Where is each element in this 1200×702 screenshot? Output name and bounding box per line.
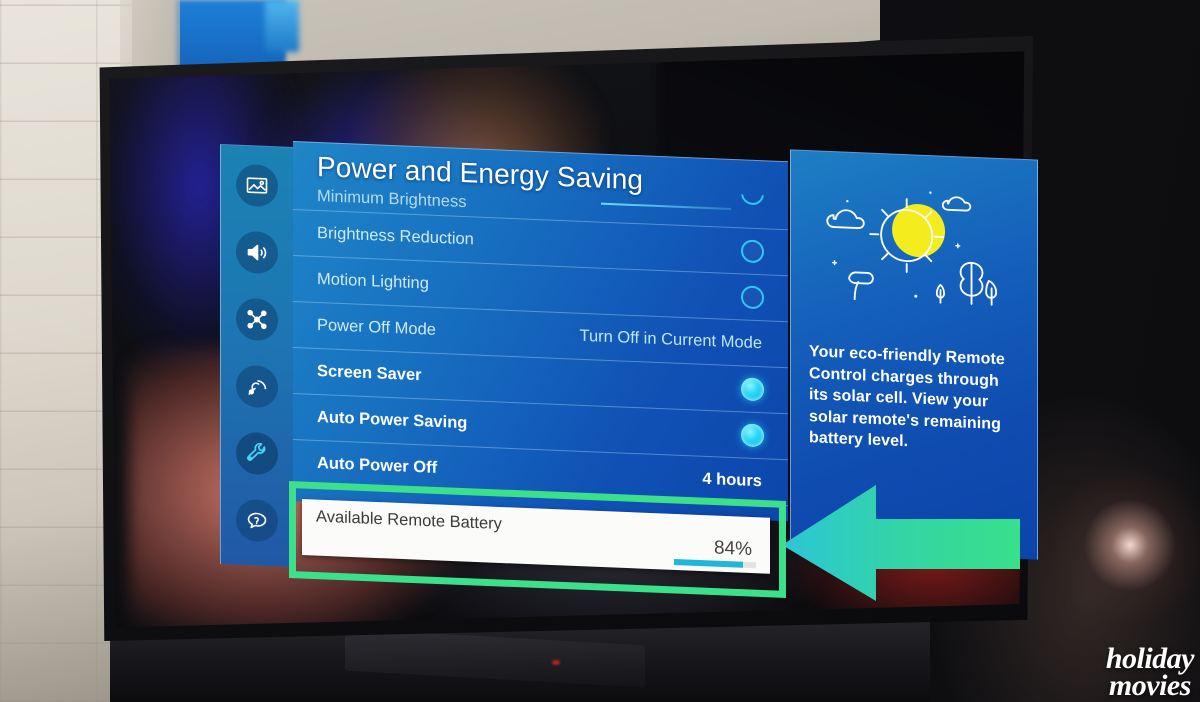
settings-sidebar	[220, 144, 293, 567]
row-label: Motion Lighting	[317, 269, 429, 293]
wrench-icon	[245, 441, 269, 466]
blue-light-glow-secondary	[265, 0, 299, 52]
row-label: Brightness Reduction	[317, 223, 474, 249]
watermark: holiday movies	[1106, 644, 1195, 702]
row-value: Turn Off in Current Mode	[579, 326, 763, 353]
callout-arrow	[780, 483, 1020, 603]
sidebar-item-picture[interactable]	[236, 163, 278, 208]
help-icon	[245, 508, 269, 533]
left-pointing-arrow-icon	[782, 485, 1020, 601]
sidebar-item-sound[interactable]	[236, 230, 278, 275]
battery-label: Available Remote Battery	[316, 507, 502, 534]
settings-list-panel: Power and Energy Saving Minimum Brightne…	[293, 140, 788, 522]
connection-icon	[245, 307, 269, 332]
battery-percent-value: 84%	[713, 537, 752, 561]
sun-clouds-trees-illustration	[809, 161, 1019, 350]
sidebar-item-broadcast[interactable]	[236, 364, 278, 409]
sidebar-item-connection[interactable]	[236, 297, 278, 342]
row-label: Auto Power Saving	[317, 407, 468, 433]
toggle-off-icon[interactable]	[741, 285, 764, 310]
toggle-off-icon[interactable]	[741, 239, 764, 264]
row-label: Power Off Mode	[317, 315, 436, 339]
sidebar-item-general[interactable]	[236, 431, 278, 476]
info-panel-text: Your eco-friendly Remote Control charges…	[809, 343, 1005, 451]
soundbar-led-icon	[552, 660, 560, 665]
watermark-line-2: movies	[1108, 669, 1191, 702]
picture-icon	[245, 173, 269, 198]
toggle-off-icon[interactable]	[741, 194, 764, 207]
row-label: Screen Saver	[317, 361, 422, 385]
sidebar-item-support[interactable]	[236, 498, 278, 543]
row-value: 4 hours	[702, 469, 762, 491]
toggle-on-icon[interactable]	[741, 377, 764, 402]
toggle-on-icon[interactable]	[741, 423, 764, 448]
settings-rows: Minimum Brightness Brightness Reduction …	[293, 181, 788, 507]
sound-icon	[245, 240, 269, 265]
screenshot-stage: Power and Energy Saving Minimum Brightne…	[0, 0, 1200, 702]
broadcast-icon	[245, 374, 269, 399]
